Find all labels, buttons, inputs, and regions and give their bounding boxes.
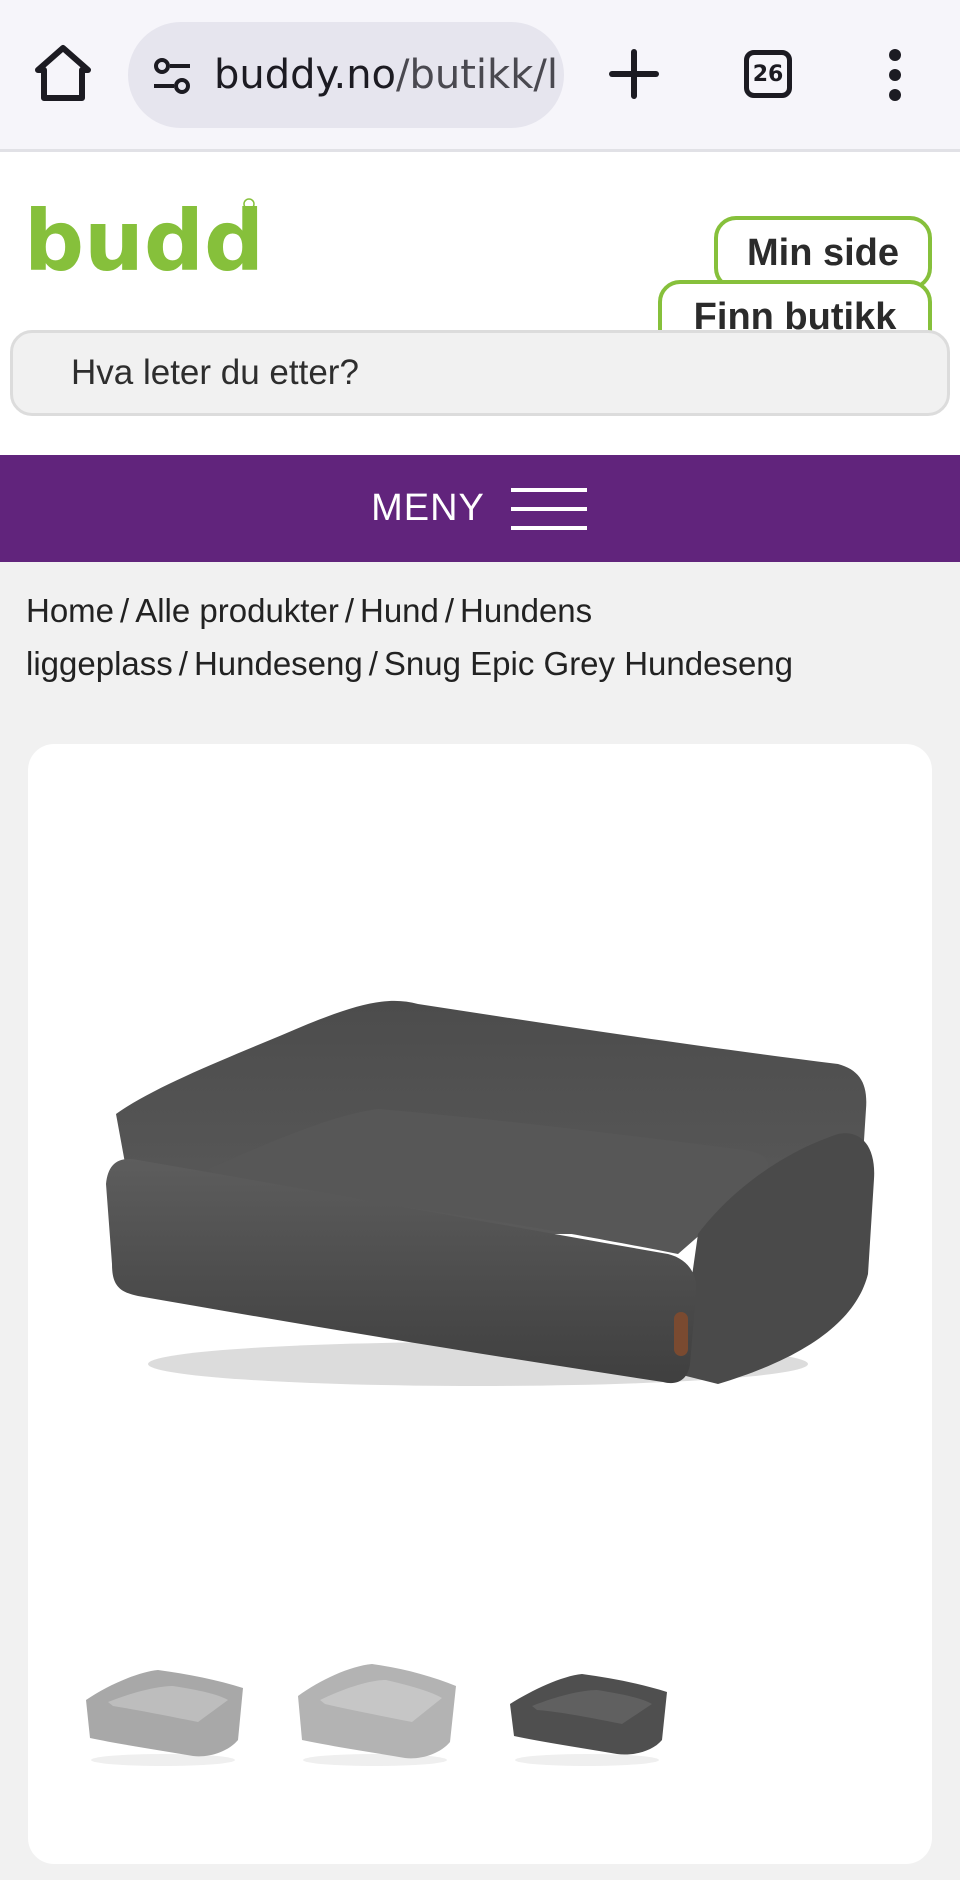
tune-icon[interactable]: [150, 54, 194, 98]
min-side-button[interactable]: Min side: [714, 216, 932, 290]
breadcrumb-separator: /: [178, 645, 188, 682]
breadcrumb-hundeseng[interactable]: Hundeseng: [194, 645, 363, 682]
search-placeholder: Hva leter du etter?: [71, 353, 359, 392]
product-thumbnail-3[interactable]: [502, 1660, 672, 1770]
breadcrumb-home[interactable]: Home: [26, 592, 114, 629]
search-input[interactable]: Hva leter du etter?: [10, 330, 950, 416]
product-gallery: [28, 744, 932, 1864]
breadcrumb-current: Snug Epic Grey Hundeseng: [383, 645, 794, 682]
more-vert-icon[interactable]: [880, 48, 910, 102]
plus-icon[interactable]: [606, 46, 662, 102]
breadcrumb-separator: /: [344, 592, 354, 629]
url-domain: buddy.no: [214, 52, 397, 98]
site-header: buddy Min side Finn butikk Hva leter du …: [0, 152, 960, 455]
url-path: /butikk/l: [396, 52, 558, 98]
breadcrumb-separator: /: [368, 645, 378, 682]
menu-bar[interactable]: MENY: [0, 455, 960, 562]
browser-toolbar: buddy.no/butikk/l 26: [0, 0, 960, 152]
logo-text: buddy: [24, 192, 264, 290]
address-bar[interactable]: buddy.no/butikk/l: [128, 22, 564, 128]
buddy-logo[interactable]: buddy: [24, 192, 264, 292]
breadcrumb-separator: /: [444, 592, 455, 629]
hamburger-icon: [510, 487, 587, 530]
tabs-icon[interactable]: 26: [744, 50, 792, 98]
tab-count: 26: [752, 61, 784, 87]
breadcrumb-alle-produkter[interactable]: Alle produkter: [135, 592, 339, 629]
breadcrumb: Home / Alle produkter / Hund / Hundens liggepl…: [26, 584, 926, 690]
product-main-image[interactable]: [78, 934, 918, 1424]
home-icon[interactable]: [32, 42, 94, 104]
breadcrumb-separator: /: [120, 592, 130, 629]
product-thumbnail-1[interactable]: [78, 1660, 248, 1770]
breadcrumb-hund[interactable]: Hund: [360, 592, 439, 629]
url-text[interactable]: buddy.no/butikk/l: [214, 52, 558, 98]
product-thumbnail-2[interactable]: [290, 1660, 460, 1770]
menu-label: MENY: [371, 487, 485, 529]
